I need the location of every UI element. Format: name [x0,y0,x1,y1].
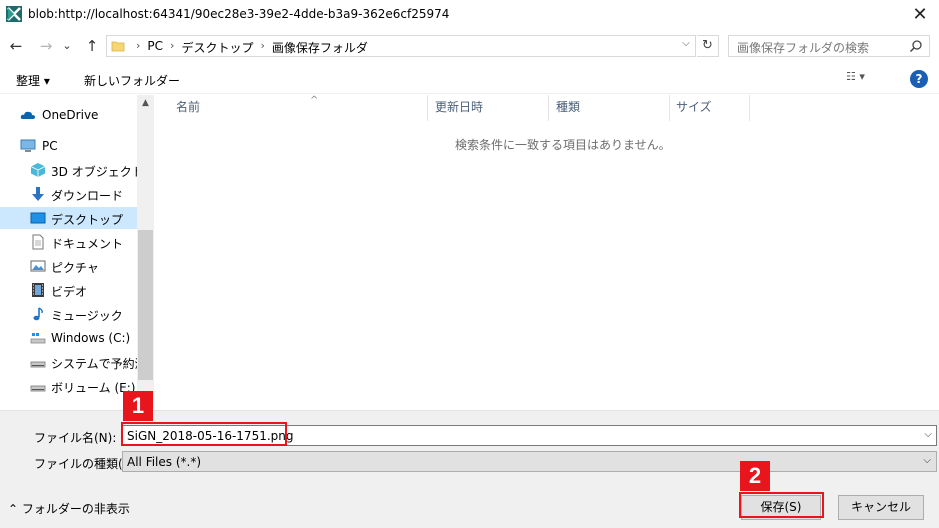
chevron-down-icon: ⌵ [923,455,931,466]
annotation-badge-2: 2 [740,461,770,491]
breadcrumb-pc[interactable]: PC [147,39,163,53]
cancel-button[interactable]: キャンセル [838,495,924,520]
filename-highlight-box [121,422,287,446]
filetype-value: All Files (*.*) [127,455,202,469]
desktop-icon [30,212,46,224]
download-icon [32,187,44,201]
up-icon[interactable]: ↑ [82,35,102,57]
sidebar-item-pc[interactable]: PC [0,135,137,157]
filetype-select[interactable]: All Files (*.*) ⌵ [122,451,937,472]
document-icon [32,234,44,250]
column-header-name[interactable]: 名前 ^ [170,95,428,121]
navigation-pane: OneDrive PC 3D オブジェクト ダウンロード デスクトップ ドキュメ… [0,95,155,408]
sidebar-item-label: ドキュメント [51,237,124,251]
app-icon [6,6,22,22]
window-title: blob:http://localhost:64341/90ec28e3-39e… [28,7,450,21]
column-header-modified[interactable]: 更新日時 [429,95,549,121]
column-header-size[interactable]: サイズ [670,95,750,121]
breadcrumb: › PC › デスクトップ › 画像保存フォルダ [129,39,368,55]
back-icon[interactable]: ← [6,35,26,57]
breadcrumb-image-folder[interactable]: 画像保存フォルダ [272,39,368,56]
music-icon [33,307,43,321]
title-bar: blob:http://localhost:64341/90ec28e3-39e… [0,0,939,30]
drive-icon [30,361,46,368]
column-header-type[interactable]: 種類 [550,95,670,121]
folder-icon [111,41,125,52]
scroll-thumb[interactable] [138,230,153,380]
sidebar-item-label: 3D オブジェクト [51,165,137,179]
search-placeholder: 画像保存フォルダの検索 [737,41,870,55]
sidebar-item-label: ビデオ [51,285,88,299]
close-icon[interactable]: ✕ [906,2,934,28]
breadcrumb-desktop[interactable]: デスクトップ [181,39,253,56]
sidebar-item-drive-c[interactable]: Windows (C:) [0,327,137,349]
new-folder-button[interactable]: 新しいフォルダー [84,72,180,89]
sidebar-item-label: デスクトップ [51,213,124,227]
sidebar-item-label: Windows (C:) [51,331,131,345]
filename-label: ファイル名(N): [34,431,117,445]
command-toolbar: 整理 ▾ 新しいフォルダー ☷ ▾ ? [0,64,939,94]
drive-icon [30,385,46,392]
3d-objects-icon [30,163,46,177]
onedrive-icon [20,111,35,119]
save-highlight-box [739,492,824,518]
sidebar-item-documents[interactable]: ドキュメント [0,231,137,253]
hide-folders-button[interactable]: ⌃ フォルダーの非表示 [8,500,130,517]
sidebar-item-3d-objects[interactable]: 3D オブジェクト [0,159,137,181]
breadcrumb-separator: › [170,39,175,52]
sidebar-item-label: PC [42,139,58,153]
sidebar-item-label: ピクチャ [51,261,99,275]
pc-icon [20,139,36,152]
chevron-down-icon[interactable]: ⌵ [924,429,932,440]
recent-locations-icon[interactable]: ⌄ [60,35,74,57]
column-label: 名前 [176,100,201,114]
breadcrumb-separator: › [136,39,141,52]
sidebar-item-reserved-drive[interactable]: システムで予約済み [0,351,137,373]
sidebar-item-label: ダウンロード [51,189,124,203]
file-list: 名前 ^ 更新日時 種類 サイズ 検索条件に一致する項目はありません。 [155,95,939,408]
sidebar-item-music[interactable]: ミュージック [0,303,137,325]
sidebar-item-downloads[interactable]: ダウンロード [0,183,137,205]
navigation-scrollbar[interactable]: ▲ [137,95,154,408]
forward-icon[interactable]: → [36,35,56,57]
windows-drive-icon [30,333,46,344]
sidebar-item-label: システムで予約済み [51,357,137,371]
sidebar-item-pictures[interactable]: ピクチャ [0,255,137,277]
search-input[interactable]: 画像保存フォルダの検索 [728,35,930,57]
address-bar[interactable]: › PC › デスクトップ › 画像保存フォルダ ⌵ [106,35,696,57]
organize-button[interactable]: 整理 ▾ [16,72,50,89]
sidebar-item-label: ミュージック [51,309,123,323]
sidebar-item-desktop[interactable]: デスクトップ [0,207,137,229]
search-icon [909,40,922,53]
sidebar-item-drive-e[interactable]: ボリューム (E:) [0,375,137,397]
sidebar-item-onedrive[interactable]: OneDrive [0,104,137,126]
sidebar-item-label: OneDrive [42,108,99,122]
refresh-icon[interactable]: ↻ [697,35,719,57]
breadcrumb-separator: › [260,39,265,52]
sort-ascending-icon: ^ [310,95,319,106]
view-options-icon[interactable]: ☷ ▾ [846,70,886,88]
navigation-bar: ← → ⌄ ↑ › PC › デスクトップ › 画像保存フォルダ ⌵ ↻ 画像保存フォルダ… [0,33,939,59]
annotation-badge-1: 1 [123,391,153,421]
save-file-dialog: blob:http://localhost:64341/90ec28e3-39e… [0,0,939,528]
empty-message: 検索条件に一致する項目はありません。 [455,138,671,152]
help-icon[interactable]: ? [910,70,928,88]
video-icon [32,283,44,297]
sidebar-item-videos[interactable]: ビデオ [0,279,137,301]
chevron-down-icon[interactable]: ⌵ [679,38,693,49]
pictures-icon [30,260,46,272]
scroll-up-icon[interactable]: ▲ [137,95,154,112]
